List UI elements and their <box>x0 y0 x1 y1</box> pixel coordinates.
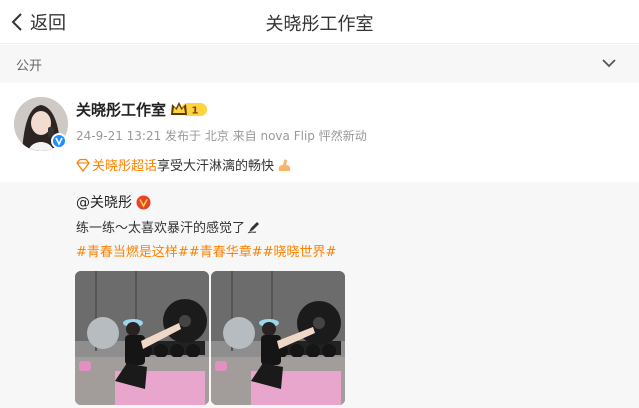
repost-author[interactable]: @关晓彤 <box>76 192 151 212</box>
post-status-line: 关晓彤超话 享受大汗淋漓的畅快 <box>76 155 292 174</box>
workout-photo <box>211 271 345 405</box>
verified-badge-icon <box>51 133 67 149</box>
vip-crown-badge-icon: 1 <box>171 102 207 117</box>
visibility-selector[interactable]: 公开 <box>0 45 639 83</box>
hashtag-link[interactable]: #青春华章# <box>189 241 263 260</box>
post-status-text: 享受大汗淋漓的畅快 <box>157 159 275 174</box>
repost-text: 练一练～太喜欢暴汗的感觉了 <box>76 221 246 236</box>
repost-author-name: @关晓彤 <box>76 195 132 211</box>
post-meta: 24-9-21 13:21 发布于 北京 来自 nova Flip 怦然新动 <box>76 129 367 143</box>
page-title: 关晓彤工作室 <box>265 14 374 35</box>
chevron-down-icon[interactable] <box>601 57 617 69</box>
verified-red-badge-icon <box>136 195 151 209</box>
hashtag-link[interactable]: #青春当燃是这样# <box>76 241 189 260</box>
diamond-icon <box>76 158 90 172</box>
photo-thumbnail[interactable] <box>211 271 345 405</box>
handwriting-icon <box>247 221 260 233</box>
top-nav-bar: 返回 关晓彤工作室 <box>0 0 639 44</box>
hashtag-link[interactable]: #晓晓世界# <box>263 241 337 260</box>
repost-hashtags: #青春当燃是这样# #青春华章# #晓晓世界# <box>76 241 336 260</box>
workout-photo <box>75 271 209 405</box>
repost-text-line: 练一练～太喜欢暴汗的感觉了 <box>76 217 261 236</box>
vip-level: 1 <box>192 106 199 117</box>
photo-thumbnail[interactable] <box>75 271 209 405</box>
flexed-biceps-icon <box>278 159 291 171</box>
visibility-label: 公开 <box>16 59 43 74</box>
supertopic-link[interactable]: 关晓彤超话 <box>92 155 157 174</box>
post-author-name[interactable]: 关晓彤工作室 <box>76 99 166 120</box>
